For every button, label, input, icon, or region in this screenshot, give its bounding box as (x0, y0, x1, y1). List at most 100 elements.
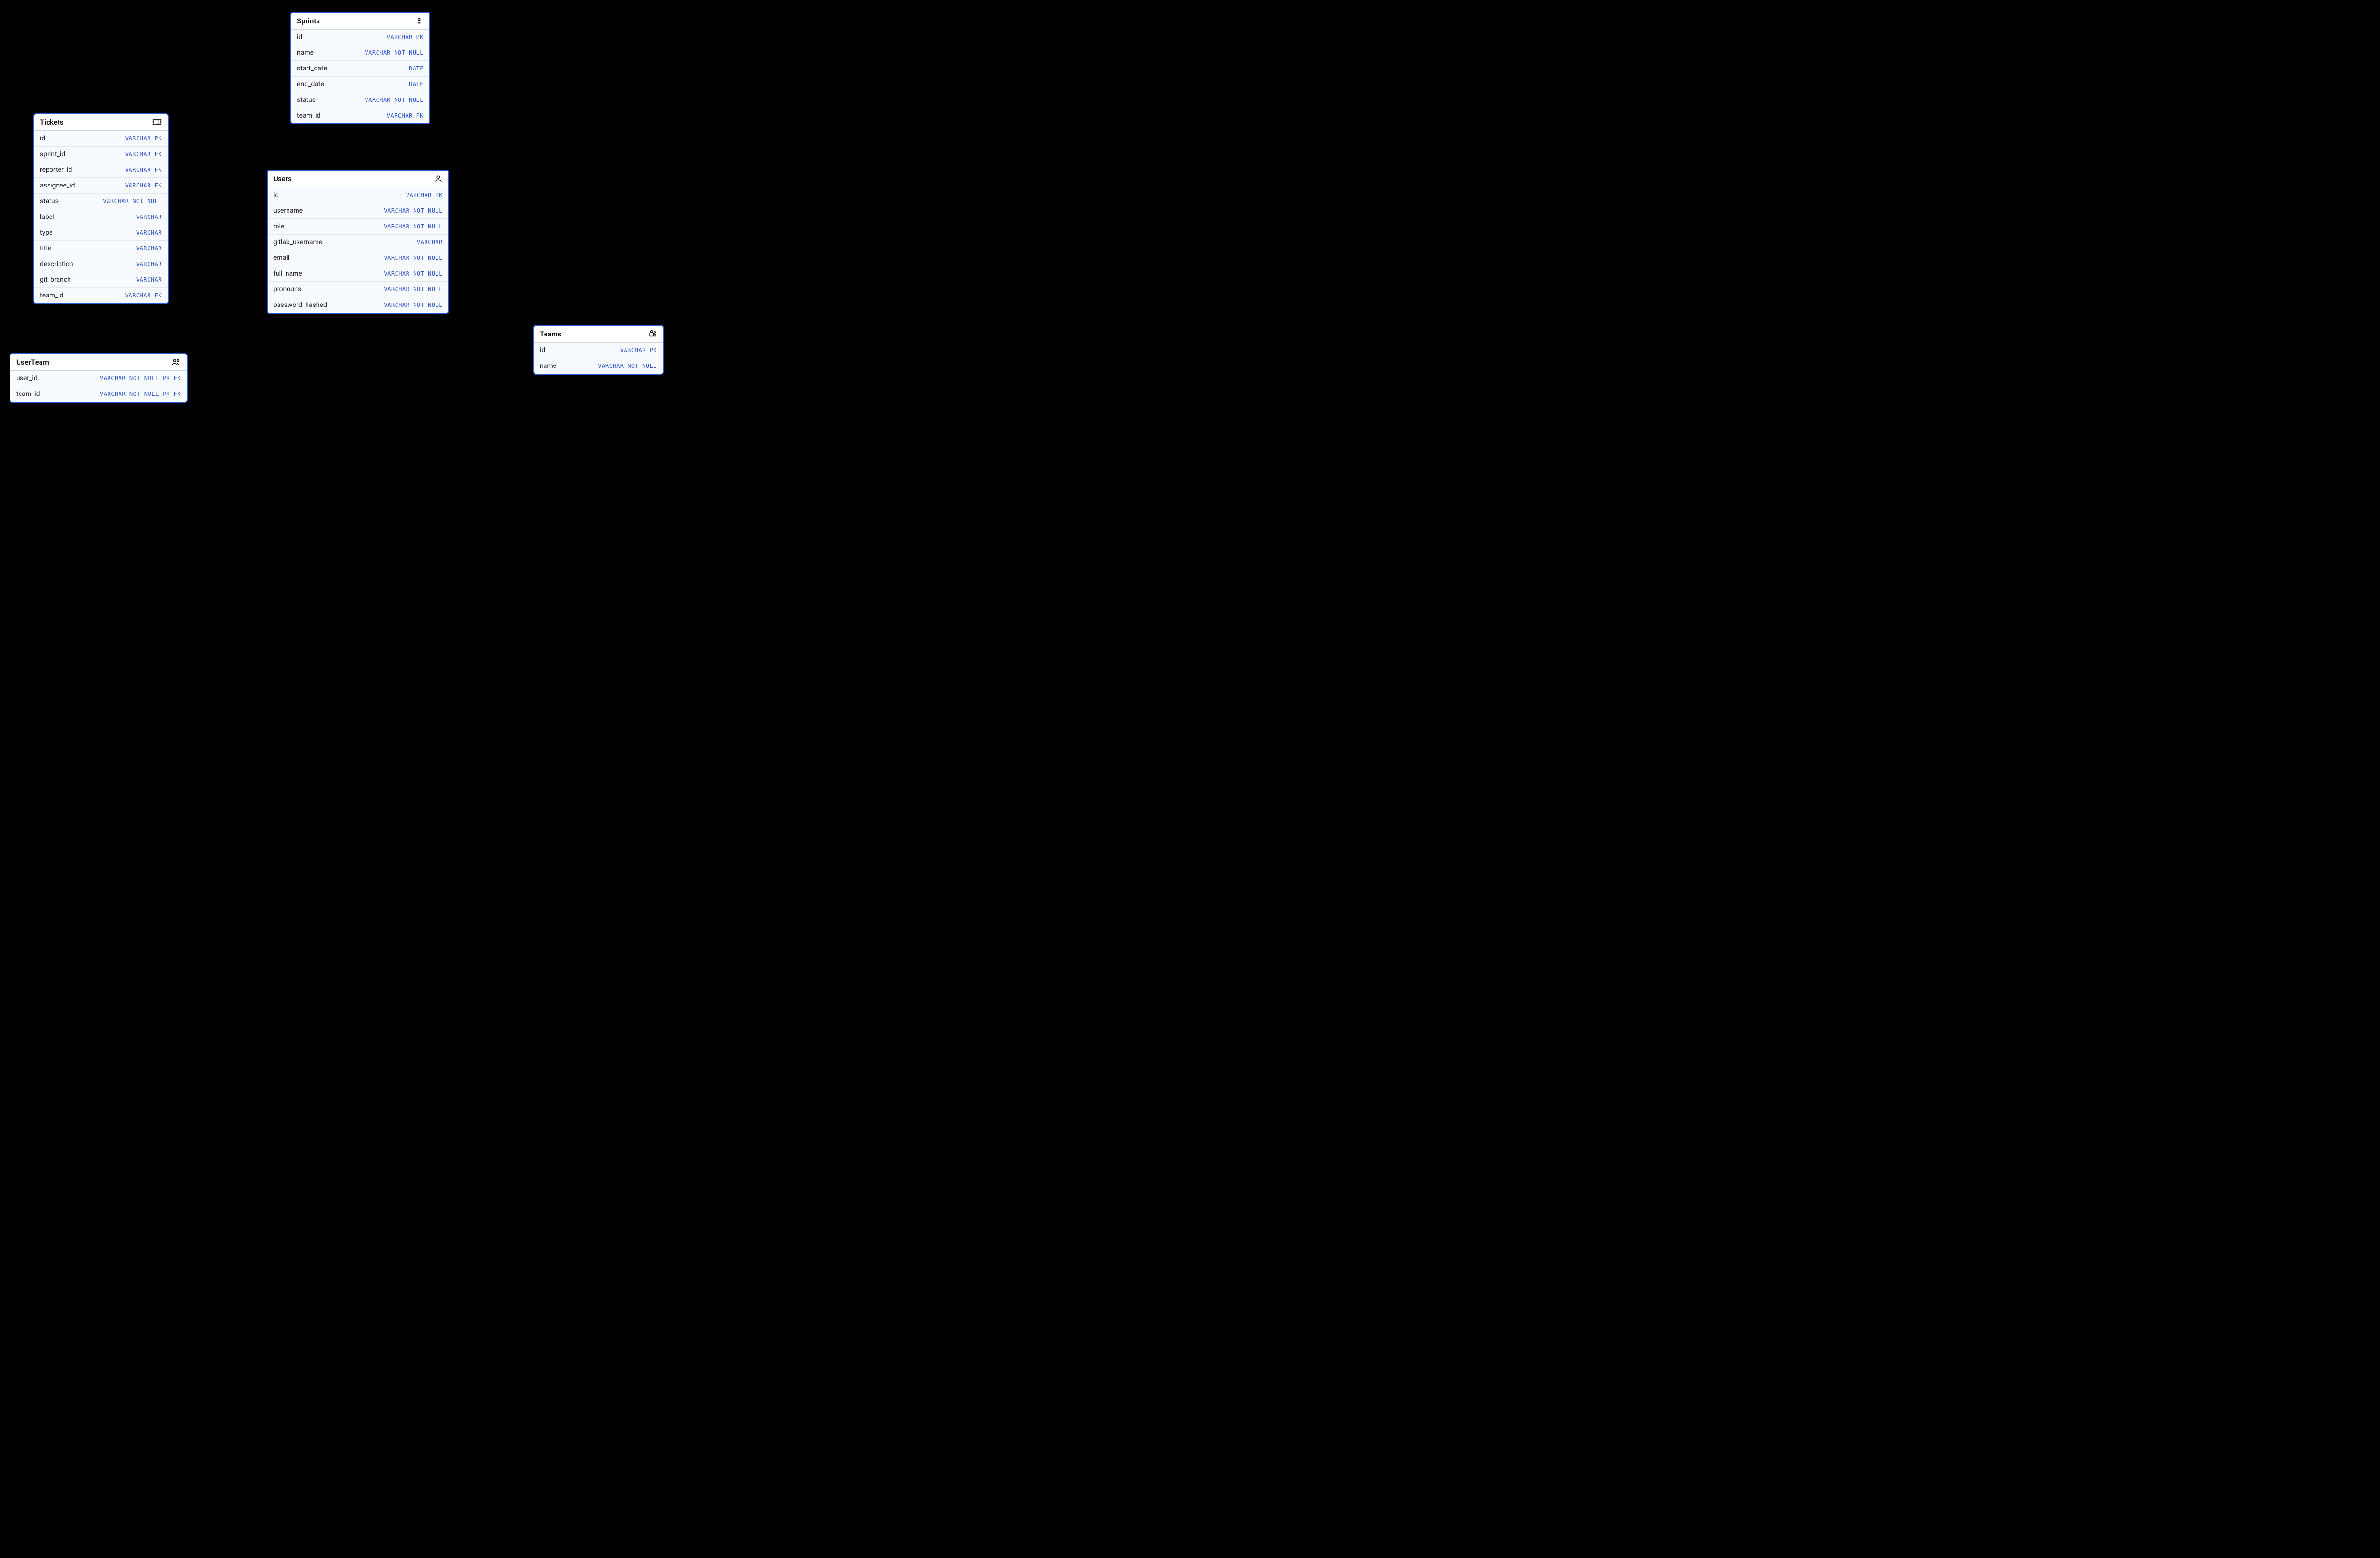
entity-tickets[interactable]: Tickets idVARCHAR PKsprint_idVARCHAR FKr… (33, 113, 169, 304)
column-name: git_branch (40, 276, 71, 284)
teams-icon (648, 330, 657, 338)
column-name: team_id (297, 112, 321, 119)
column-name: user_id (16, 375, 38, 382)
column-name: label (40, 213, 54, 221)
entity-header: Sprints (291, 13, 429, 30)
column-row[interactable]: pronouns VARCHAR NOT NULL (268, 281, 448, 297)
column-list: user_id VARCHAR NOT NULL PK FK team_id VARC… (10, 371, 187, 402)
column-row[interactable]: idVARCHAR PK (534, 343, 663, 358)
column-row[interactable]: title VARCHAR (34, 240, 168, 256)
column-row[interactable]: full_name VARCHAR NOT NULL (268, 266, 448, 281)
column-type: VARCHAR NOT NULL (598, 363, 657, 369)
entity-header: UserTeam (10, 354, 187, 371)
svg-text:1: 1 (526, 362, 529, 369)
column-row[interactable]: reporter_id VARCHAR FK (34, 162, 168, 177)
column-type: VARCHAR NOT NULL (384, 286, 443, 293)
column-type: VARCHAR NOT NULL (103, 198, 162, 205)
column-row[interactable]: end_dateDATE (291, 76, 429, 92)
column-row[interactable]: team_id VARCHAR NOT NULL PK FK (10, 386, 187, 402)
column-name: id (40, 135, 45, 142)
column-list: idVARCHAR PK name VARCHAR NOT NULL (534, 343, 663, 374)
column-name: start_date (297, 65, 327, 72)
column-name: status (40, 197, 59, 205)
users-icon (171, 358, 181, 366)
column-row[interactable]: nameVARCHAR NOT NULL (291, 45, 429, 60)
column-name: id (297, 33, 302, 41)
column-list: idVARCHAR PKsprint_idVARCHAR FKreporter_… (34, 131, 168, 303)
column-type: VARCHAR NOT NULL PK FK (100, 375, 181, 382)
column-name: description (40, 260, 73, 268)
column-name: password_hashed (273, 301, 327, 309)
column-row[interactable]: password_hashedVARCHAR NOT NULL (268, 297, 448, 313)
entity-title: Users (273, 175, 292, 183)
entity-users[interactable]: Users id VARCHAR PK username VARCHAR NOT NU… (267, 170, 449, 314)
column-row[interactable]: git_branch VARCHAR (34, 272, 168, 287)
column-row[interactable]: email VARCHAR NOT NULL (268, 250, 448, 266)
column-type: VARCHAR (136, 261, 162, 267)
column-row[interactable]: id VARCHAR PK (268, 187, 448, 203)
column-row[interactable]: assignee_id VARCHAR FK (34, 177, 168, 193)
column-type: VARCHAR FK (125, 182, 162, 189)
column-row[interactable]: label VARCHAR (34, 209, 168, 225)
entity-sprints[interactable]: Sprints idVARCHAR PKnameVARCHAR NOT NULL… (290, 12, 430, 124)
entity-title: Tickets (40, 118, 64, 127)
column-row[interactable]: team_id VARCHAR FK (34, 287, 168, 303)
column-row[interactable]: idVARCHAR PK (34, 131, 168, 146)
column-type: VARCHAR (136, 214, 162, 220)
column-name: team_id (16, 390, 40, 398)
column-name: email (273, 254, 289, 262)
entity-title: Teams (540, 330, 561, 338)
column-row[interactable]: username VARCHAR NOT NULL (268, 203, 448, 218)
entity-userteam[interactable]: UserTeam user_idVARCHAR NOT NULL PK FKte… (10, 353, 188, 403)
column-row[interactable]: gitlab_username VARCHAR (268, 234, 448, 250)
column-type: VARCHAR FK (125, 292, 162, 299)
user-icon (434, 175, 443, 183)
column-type: VARCHAR FK (125, 151, 162, 158)
column-name: full_name (273, 270, 302, 277)
column-type: VARCHAR NOT NULL PK FK (100, 391, 181, 397)
column-name: end_date (297, 80, 324, 88)
column-row[interactable]: start_date DATE (291, 60, 429, 76)
column-name: role (273, 223, 284, 230)
column-type: VARCHAR NOT NULL (384, 270, 443, 277)
column-row[interactable]: idVARCHAR PK (291, 30, 429, 45)
column-name: name (540, 362, 556, 370)
column-type: VARCHAR (136, 276, 162, 283)
column-type: VARCHAR (136, 229, 162, 236)
entity-teams[interactable]: Teams idVARCHAR PK name VARCHAR NOT NULL (533, 325, 664, 375)
column-row[interactable]: typeVARCHAR (34, 225, 168, 240)
column-name: pronouns (273, 286, 301, 293)
column-type: VARCHAR FK (125, 167, 162, 173)
column-list: idVARCHAR PKusernameVARCHAR NOT NULLrole… (268, 187, 448, 313)
column-row[interactable]: sprint_idVARCHAR FK (34, 146, 168, 162)
column-row[interactable]: role VARCHAR NOT NULL (268, 218, 448, 234)
jira-icon (415, 17, 424, 25)
column-type: VARCHAR (417, 239, 443, 246)
column-type: VARCHAR PK (620, 347, 657, 354)
column-type: VARCHAR PK (406, 192, 443, 198)
column-row[interactable]: status VARCHAR NOT NULL (291, 92, 429, 108)
column-list: idVARCHAR PKnameVARCHAR NOT NULLstart_da… (291, 30, 429, 123)
column-row[interactable]: name VARCHAR NOT NULL (534, 358, 663, 374)
column-name: reporter_id (40, 166, 72, 174)
column-row[interactable]: description VARCHAR (34, 256, 168, 272)
column-name: title (40, 245, 51, 252)
column-type: VARCHAR NOT NULL (384, 255, 443, 261)
column-type: VARCHAR NOT NULL (365, 49, 424, 56)
column-name: gitlab_username (273, 238, 322, 246)
entity-header: Users (268, 171, 448, 187)
column-name: id (273, 191, 278, 199)
column-name: username (273, 207, 303, 215)
column-type: VARCHAR (136, 245, 162, 252)
ticket-icon (152, 119, 162, 126)
column-type: VARCHAR NOT NULL (384, 223, 443, 230)
column-name: assignee_id (40, 182, 75, 189)
column-type: DATE (409, 65, 424, 72)
column-row[interactable]: status VARCHAR NOT NULL (34, 193, 168, 209)
column-name: status (297, 96, 316, 104)
column-type: VARCHAR NOT NULL (365, 97, 424, 103)
column-type: VARCHAR NOT NULL (384, 207, 443, 214)
column-row[interactable]: user_id VARCHAR NOT NULL PK FK (10, 371, 187, 386)
column-name: team_id (40, 292, 64, 299)
column-row[interactable]: team_idVARCHAR FK (291, 108, 429, 123)
